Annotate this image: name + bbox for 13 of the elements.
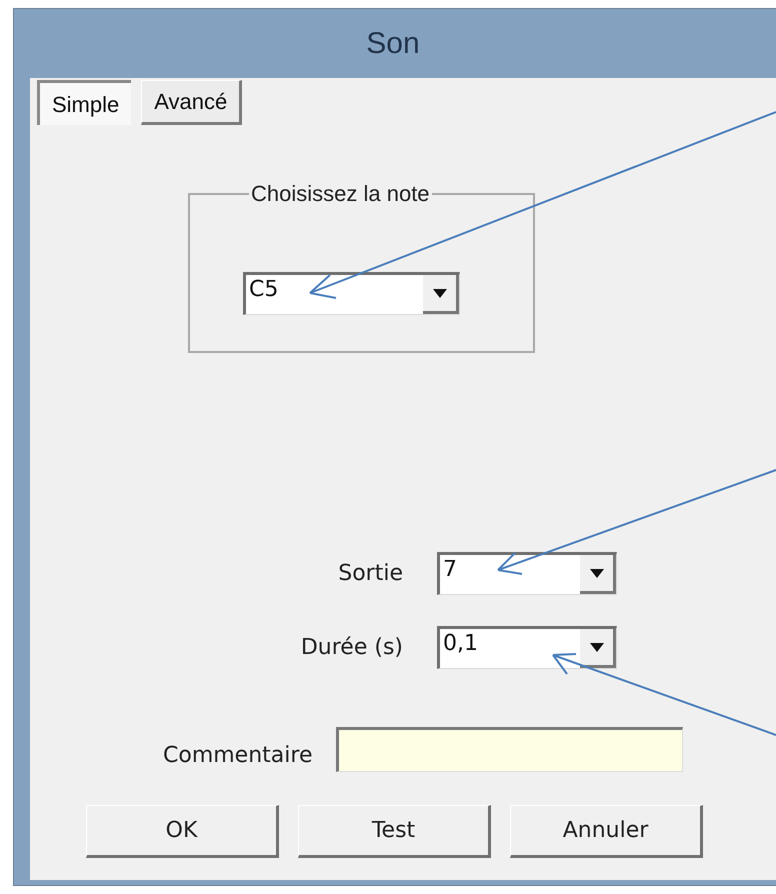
group-legend: Choisissez la note bbox=[249, 177, 432, 210]
window-title: Son bbox=[365, 26, 421, 62]
field-label: Sortie bbox=[338, 560, 403, 588]
dialog-button[interactable]: Test bbox=[298, 805, 491, 858]
tab[interactable]: Simple bbox=[37, 80, 132, 125]
field-label: Durée (s) bbox=[300, 634, 403, 662]
dropdown-field[interactable]: 7 bbox=[437, 552, 617, 595]
dropdown-field[interactable]: 0,1 bbox=[437, 626, 617, 669]
note-dropdown[interactable]: C5 bbox=[243, 272, 460, 315]
comment-label: Commentaire bbox=[163, 742, 312, 770]
dialog-button[interactable]: Annuler bbox=[510, 805, 703, 858]
tab[interactable]: Avancé bbox=[141, 80, 242, 125]
dialog-button[interactable]: OK bbox=[86, 805, 279, 858]
